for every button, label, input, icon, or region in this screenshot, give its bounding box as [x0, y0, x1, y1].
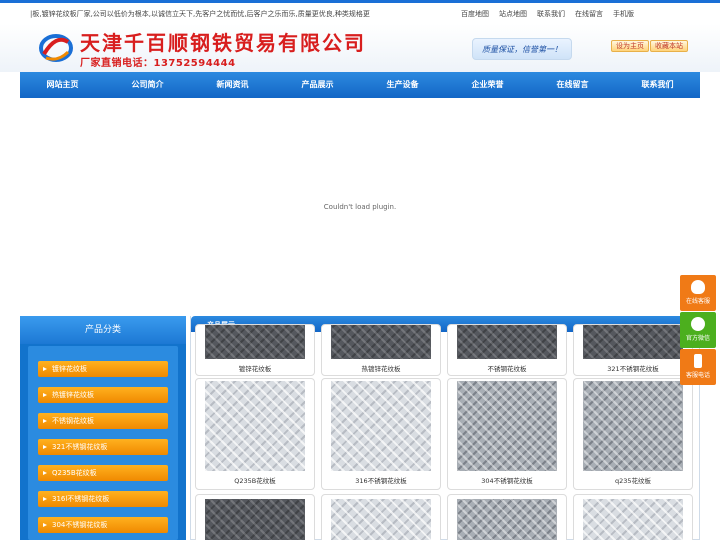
toplink-message[interactable]: 在线留言: [575, 9, 603, 19]
product-card[interactable]: 不锈钢花纹板: [447, 324, 567, 376]
product-card[interactable]: [573, 494, 693, 540]
slogan-text: 质量保证，信誉第一！: [482, 45, 562, 54]
product-card[interactable]: 镀锌花纹板: [195, 324, 315, 376]
plugin-error-message: Couldn't load plugin.: [323, 203, 397, 211]
product-name[interactable]: 不锈钢花纹板: [448, 363, 566, 373]
hotline: 厂家直销电话：13752594444: [80, 58, 236, 69]
nav-products[interactable]: 产品展示: [275, 72, 360, 98]
product-card[interactable]: 热镀锌花纹板: [321, 324, 441, 376]
product-name[interactable]: 321不锈钢花纹板: [574, 363, 692, 373]
product-image[interactable]: [583, 499, 683, 540]
slogan-banner: 质量保证，信誉第一！: [472, 38, 572, 60]
product-image[interactable]: [331, 499, 431, 540]
category-sidebar: 产品分类 镀锌花纹板 热镀锌花纹板 不锈钢花纹板 321不锈钢花纹板 Q235B…: [20, 316, 186, 540]
product-card[interactable]: 316不锈钢花纹板: [321, 378, 441, 490]
set-homepage-button[interactable]: 设为主页: [611, 40, 649, 52]
category-item[interactable]: 304不锈钢花纹板: [38, 517, 168, 533]
product-image[interactable]: [457, 499, 557, 540]
product-card[interactable]: 304不锈钢花纹板: [447, 378, 567, 490]
phone-button[interactable]: 客服电话: [680, 349, 716, 385]
top-links: 百度地图 站点地图 联系我们 在线留言 手机版: [461, 9, 634, 19]
nav-honors[interactable]: 企业荣誉: [445, 72, 530, 98]
wechat-button[interactable]: 官方微信: [680, 312, 716, 348]
category-item[interactable]: 镀锌花纹板: [38, 361, 168, 377]
online-service-button[interactable]: 在线客服: [680, 275, 716, 311]
online-service-label: 在线客服: [685, 298, 710, 305]
wechat-icon: [691, 317, 705, 331]
phone-label: 客服电话: [685, 372, 710, 379]
phone-icon: [694, 354, 702, 368]
nav-home[interactable]: 网站主页: [20, 72, 105, 98]
product-image[interactable]: [457, 381, 557, 471]
product-showcase: 产品展示 镀锌花纹板热镀锌花纹板不锈钢花纹板321不锈钢花纹板Q235B花纹板3…: [190, 316, 701, 540]
category-item[interactable]: 热镀锌花纹板: [38, 387, 168, 403]
toplink-baidu-map[interactable]: 百度地图: [461, 9, 489, 19]
banner-plugin-area: Couldn't load plugin.: [20, 98, 700, 316]
top-bar: |板,镀锌花纹板厂家,公司以低价为根本,以诚信立天下,先客户之忧而忧,后客户之乐…: [0, 0, 720, 24]
category-item[interactable]: Q235B花纹板: [38, 465, 168, 481]
company-name: 天津千百顺钢铁贸易有限公司: [80, 31, 366, 55]
main-nav: 网站主页 公司简介 新闻资讯 产品展示 生产设备 企业荣誉 在线留言 联系我们: [20, 72, 700, 98]
category-item[interactable]: 321不锈钢花纹板: [38, 439, 168, 455]
scrolling-notice: |板,镀锌花纹板厂家,公司以低价为根本,以诚信立天下,先客户之忧而忧,后客户之乐…: [30, 10, 370, 18]
product-image[interactable]: [205, 499, 305, 540]
bookmark-button[interactable]: 收藏本站: [650, 40, 688, 52]
nav-news[interactable]: 新闻资讯: [190, 72, 275, 98]
product-image[interactable]: [583, 325, 683, 359]
site-header: 天津千百顺钢铁贸易有限公司 厂家直销电话：13752594444 质量保证，信誉…: [0, 24, 720, 72]
sidebar-title: 产品分类: [20, 316, 186, 344]
product-card[interactable]: [321, 494, 441, 540]
product-name[interactable]: 304不锈钢花纹板: [448, 475, 566, 485]
product-card[interactable]: [447, 494, 567, 540]
product-card[interactable]: Q235B花纹板: [195, 378, 315, 490]
toplink-sitemap[interactable]: 站点地图: [499, 9, 527, 19]
product-name[interactable]: 镀锌花纹板: [196, 363, 314, 373]
product-name[interactable]: Q235B花纹板: [196, 475, 314, 485]
product-image[interactable]: [331, 381, 431, 471]
qq-icon: [691, 280, 705, 294]
product-card[interactable]: [195, 494, 315, 540]
product-card[interactable]: 321不锈钢花纹板: [573, 324, 693, 376]
nav-about[interactable]: 公司简介: [105, 72, 190, 98]
product-image[interactable]: [331, 325, 431, 359]
product-name[interactable]: 热镀锌花纹板: [322, 363, 440, 373]
product-name[interactable]: 316不锈钢花纹板: [322, 475, 440, 485]
product-image[interactable]: [205, 325, 305, 359]
wechat-label: 官方微信: [685, 335, 710, 342]
nav-message[interactable]: 在线留言: [530, 72, 615, 98]
logo-icon[interactable]: [38, 32, 74, 64]
category-item[interactable]: 316l不锈钢花纹板: [38, 491, 168, 507]
nav-contact[interactable]: 联系我们: [615, 72, 700, 98]
toplink-mobile[interactable]: 手机版: [613, 9, 634, 19]
product-card[interactable]: q235花纹板: [573, 378, 693, 490]
category-item[interactable]: 不锈钢花纹板: [38, 413, 168, 429]
product-image[interactable]: [457, 325, 557, 359]
nav-equipment[interactable]: 生产设备: [360, 72, 445, 98]
product-image[interactable]: [583, 381, 683, 471]
product-name[interactable]: q235花纹板: [574, 475, 692, 485]
toplink-contact[interactable]: 联系我们: [537, 9, 565, 19]
product-image[interactable]: [205, 381, 305, 471]
